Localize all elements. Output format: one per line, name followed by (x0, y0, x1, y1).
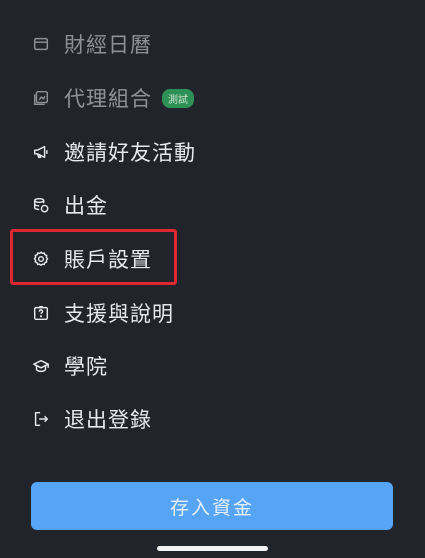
logout-icon (30, 408, 52, 430)
test-badge: 測試 (162, 88, 194, 108)
menu-item-logout[interactable]: 退出登錄 (30, 399, 152, 439)
menu-item-academy[interactable]: 學院 (30, 346, 108, 386)
megaphone-icon (30, 141, 52, 163)
menu-item-support-help[interactable]: 支援與說明 (30, 293, 174, 333)
graduation-cap-icon (30, 355, 52, 377)
menu-item-financial-calendar[interactable]: 財經日曆 (30, 24, 152, 64)
menu-item-label: 退出登錄 (64, 408, 152, 432)
menu-item-label: 支援與說明 (64, 302, 174, 326)
menu-item-label: 代理組合 (64, 87, 152, 111)
menu-item-withdraw[interactable]: 出金 (30, 185, 108, 225)
annotation-highlight-box (10, 229, 177, 285)
menu-item-agent-portfolio[interactable]: 代理組合 測試 (30, 78, 194, 118)
home-indicator[interactable] (157, 546, 268, 551)
coins-withdraw-icon (30, 194, 52, 216)
deposit-funds-button[interactable]: 存入資金 (31, 482, 393, 530)
menu-item-label: 財經日曆 (64, 33, 152, 57)
help-icon (30, 302, 52, 324)
menu-item-label: 學院 (64, 355, 108, 379)
portfolio-icon (30, 87, 52, 109)
menu-item-label: 出金 (64, 194, 108, 218)
menu-item-label: 邀請好友活動 (64, 141, 196, 165)
menu-item-invite-friends[interactable]: 邀請好友活動 (30, 132, 196, 172)
calendar-icon (30, 33, 52, 55)
